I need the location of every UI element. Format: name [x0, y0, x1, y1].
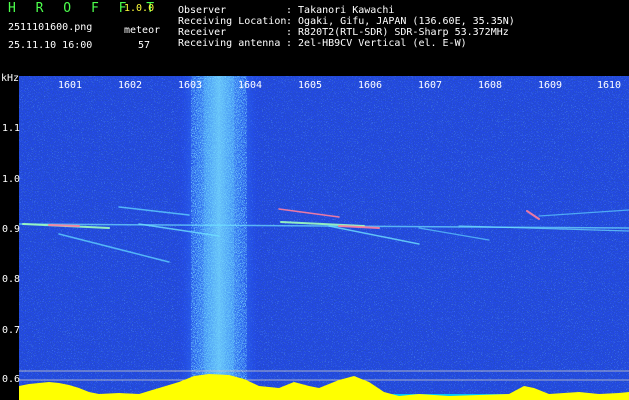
hrofft-window: H R O F F T 1.0.0 2511101600.png 25.11.1… — [0, 0, 629, 400]
header-panel: H R O F F T 1.0.0 2511101600.png 25.11.1… — [0, 0, 629, 72]
x-tick-label: 1607 — [418, 80, 443, 91]
x-tick-label: 1610 — [597, 80, 622, 91]
receiver-value: : R820T2(RTL-SDR) SDR-Sharp 53.372MHz — [286, 27, 509, 38]
x-tick-label: 1608 — [478, 80, 503, 91]
meteor-count: 57 — [138, 40, 151, 51]
location-value: : Ogaki, Gifu, JAPAN (136.60E, 35.35N) — [286, 16, 515, 27]
x-tick-label: 1601 — [58, 80, 83, 91]
antenna-value: : 2el-HB9CV Vertical (el. E-W) — [286, 38, 467, 49]
x-tick-label: 1605 — [298, 80, 323, 91]
spectrogram-svg — [18, 76, 629, 400]
location-label: Receiving Location — [178, 16, 287, 27]
y-axis-unit: kHz — [1, 73, 20, 84]
y-tick-label: 0.8 — [2, 274, 21, 285]
noise-speckle — [19, 76, 629, 400]
capture-datetime: 25.11.10 16:00 — [8, 40, 93, 51]
y-tick-label: 0.6 — [2, 374, 21, 385]
observer-value: : Takanori Kawachi — [286, 5, 395, 16]
app-version: 1.0.0 — [124, 3, 155, 14]
receiver-label: Receiver — [178, 27, 227, 38]
x-tick-label: 1609 — [538, 80, 563, 91]
image-filename: 2511101600.png — [8, 22, 93, 33]
interference-band-core — [204, 76, 234, 400]
spectrogram-plot — [18, 76, 629, 400]
y-tick-label: 0.9 — [2, 224, 21, 235]
observer-label: Observer — [178, 5, 227, 16]
y-tick-label: 0.7 — [2, 325, 21, 336]
y-tick-label: 1.0 — [2, 174, 21, 185]
x-tick-label: 1602 — [118, 80, 143, 91]
y-tick-label: 1.1 — [2, 123, 21, 134]
x-tick-label: 1603 — [178, 80, 203, 91]
x-tick-label: 1604 — [238, 80, 263, 91]
meteor-label: meteor — [124, 25, 161, 36]
meteor-echo — [48, 224, 80, 227]
antenna-label: Receiving antenna — [178, 38, 281, 49]
x-tick-label: 1606 — [358, 80, 383, 91]
